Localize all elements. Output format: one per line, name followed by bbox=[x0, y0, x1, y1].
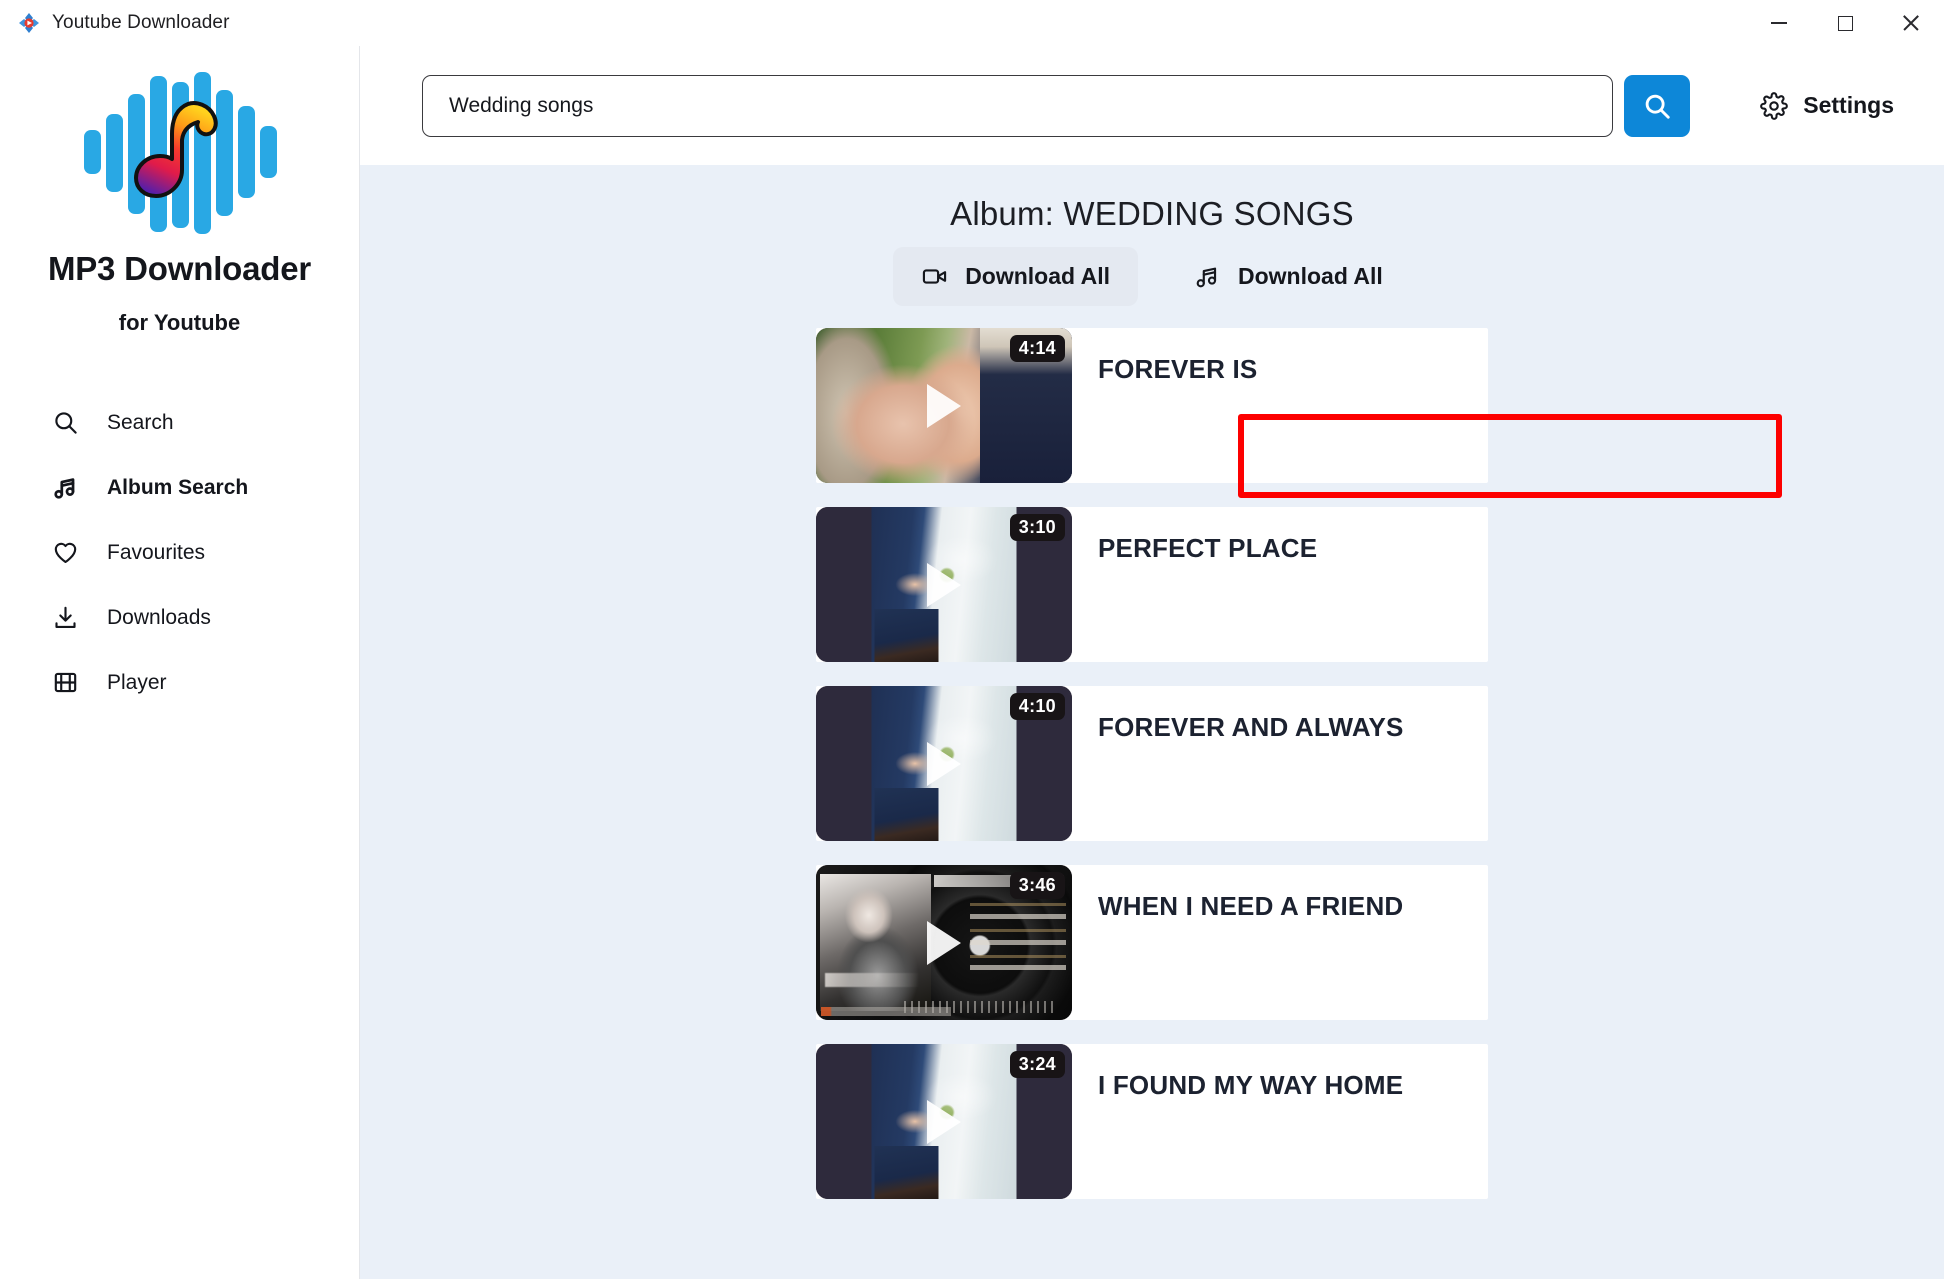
song-thumbnail[interactable]: 4:14 bbox=[816, 328, 1072, 483]
download-all-row: Download All Download All bbox=[360, 247, 1944, 306]
content-area: Album: WEDDING SONGS Download All Downlo… bbox=[360, 165, 1944, 1279]
song-title: PERFECT PLACE bbox=[1098, 533, 1318, 563]
duration-badge: 3:10 bbox=[1009, 514, 1065, 541]
song-list: 4:14 FOREVER IS 3:10 PERFECT PLACE 4:10 … bbox=[360, 328, 1944, 1199]
sidebar-nav: Search Album Search Favourites Downloads… bbox=[0, 390, 359, 715]
song-meta: FOREVER AND ALWAYS bbox=[1072, 686, 1488, 841]
song-row[interactable]: 3:10 PERFECT PLACE bbox=[816, 507, 1488, 662]
song-thumbnail[interactable]: 3:10 bbox=[816, 507, 1072, 662]
search-bar: Settings bbox=[360, 46, 1944, 165]
window-body: MP3 Downloader for Youtube Search Album … bbox=[0, 46, 1944, 1279]
download-all-label: Download All bbox=[1238, 263, 1383, 289]
title-bar: Youtube Downloader bbox=[0, 0, 1944, 46]
window-controls bbox=[1746, 0, 1944, 46]
album-title: Album: WEDDING SONGS bbox=[950, 195, 1354, 232]
song-title: FOREVER AND ALWAYS bbox=[1098, 712, 1404, 742]
minimize-button[interactable] bbox=[1746, 0, 1812, 46]
song-meta: PERFECT PLACE bbox=[1072, 507, 1488, 662]
song-meta: WHEN I NEED A FRIEND bbox=[1072, 865, 1488, 1020]
song-thumbnail[interactable]: 3:46 bbox=[816, 865, 1072, 1020]
maximize-button[interactable] bbox=[1812, 0, 1878, 46]
sidebar-item-label: Downloads bbox=[107, 605, 211, 629]
mp3-waveform-note-logo bbox=[80, 68, 280, 238]
download-all-label: Download All bbox=[965, 263, 1110, 289]
song-title: I FOUND MY WAY HOME bbox=[1098, 1070, 1404, 1100]
heart-icon bbox=[52, 539, 79, 566]
youtube-downloader-icon bbox=[18, 12, 40, 34]
song-meta: I FOUND MY WAY HOME bbox=[1072, 1044, 1488, 1199]
play-icon[interactable] bbox=[927, 562, 961, 607]
window-title: Youtube Downloader bbox=[52, 12, 230, 33]
search-icon bbox=[52, 409, 79, 436]
music-note-glyph bbox=[126, 98, 236, 208]
song-row[interactable]: 3:24 I FOUND MY WAY HOME bbox=[816, 1044, 1488, 1199]
sidebar-item-album-search[interactable]: Album Search bbox=[0, 455, 359, 520]
play-icon[interactable] bbox=[927, 383, 961, 428]
sidebar-item-player[interactable]: Player bbox=[0, 650, 359, 715]
gear-icon bbox=[1760, 91, 1789, 120]
play-icon[interactable] bbox=[927, 741, 961, 786]
download-all-video-button[interactable]: Download All bbox=[893, 247, 1138, 306]
search-icon bbox=[1645, 94, 1670, 119]
maximize-icon bbox=[1837, 15, 1853, 31]
sidebar-item-label: Search bbox=[107, 410, 174, 434]
close-button[interactable] bbox=[1878, 0, 1944, 46]
settings-label: Settings bbox=[1803, 92, 1894, 118]
close-icon bbox=[1902, 14, 1920, 32]
duration-badge: 4:14 bbox=[1009, 335, 1065, 362]
title-bar-left: Youtube Downloader bbox=[0, 12, 230, 34]
song-meta: FOREVER IS bbox=[1072, 328, 1488, 483]
play-icon[interactable] bbox=[927, 920, 961, 965]
sidebar: MP3 Downloader for Youtube Search Album … bbox=[0, 46, 360, 1279]
sidebar-item-search[interactable]: Search bbox=[0, 390, 359, 455]
search-input[interactable] bbox=[422, 74, 1614, 137]
music-note-icon bbox=[52, 474, 79, 501]
song-row[interactable]: 4:10 FOREVER AND ALWAYS bbox=[816, 686, 1488, 841]
song-thumbnail[interactable]: 4:10 bbox=[816, 686, 1072, 841]
sidebar-item-label: Favourites bbox=[107, 540, 206, 564]
song-title: WHEN I NEED A FRIEND bbox=[1098, 891, 1404, 921]
settings-button[interactable]: Settings bbox=[1750, 84, 1904, 128]
duration-badge: 3:24 bbox=[1009, 1051, 1065, 1078]
song-thumbnail[interactable]: 3:24 bbox=[816, 1044, 1072, 1199]
brand-subtitle: for Youtube bbox=[118, 310, 241, 335]
duration-badge: 4:10 bbox=[1009, 693, 1065, 720]
duration-badge: 3:46 bbox=[1009, 872, 1065, 899]
song-row[interactable]: 3:46 WHEN I NEED A FRIEND bbox=[816, 865, 1488, 1020]
play-icon[interactable] bbox=[927, 1099, 961, 1144]
application-window: Youtube Downloader MP3 Downloader for Yo… bbox=[0, 0, 1944, 1279]
video-camera-icon bbox=[923, 269, 947, 284]
song-title: FOREVER IS bbox=[1098, 354, 1258, 384]
sidebar-item-favourites[interactable]: Favourites bbox=[0, 520, 359, 585]
brand-title: MP3 Downloader bbox=[47, 250, 312, 287]
song-row[interactable]: 4:14 FOREVER IS bbox=[816, 328, 1488, 483]
main-panel: Settings Album: WEDDING SONGS Download A… bbox=[360, 46, 1944, 1279]
film-strip-icon bbox=[52, 669, 79, 696]
sidebar-item-downloads[interactable]: Downloads bbox=[0, 585, 359, 650]
music-note-icon bbox=[1196, 267, 1217, 288]
search-button[interactable] bbox=[1624, 74, 1691, 137]
minimize-icon bbox=[1771, 22, 1787, 24]
download-all-audio-button[interactable]: Download All bbox=[1166, 247, 1411, 306]
sidebar-item-label: Player bbox=[107, 670, 167, 694]
sidebar-item-label: Album Search bbox=[107, 475, 249, 499]
download-icon bbox=[52, 604, 79, 631]
